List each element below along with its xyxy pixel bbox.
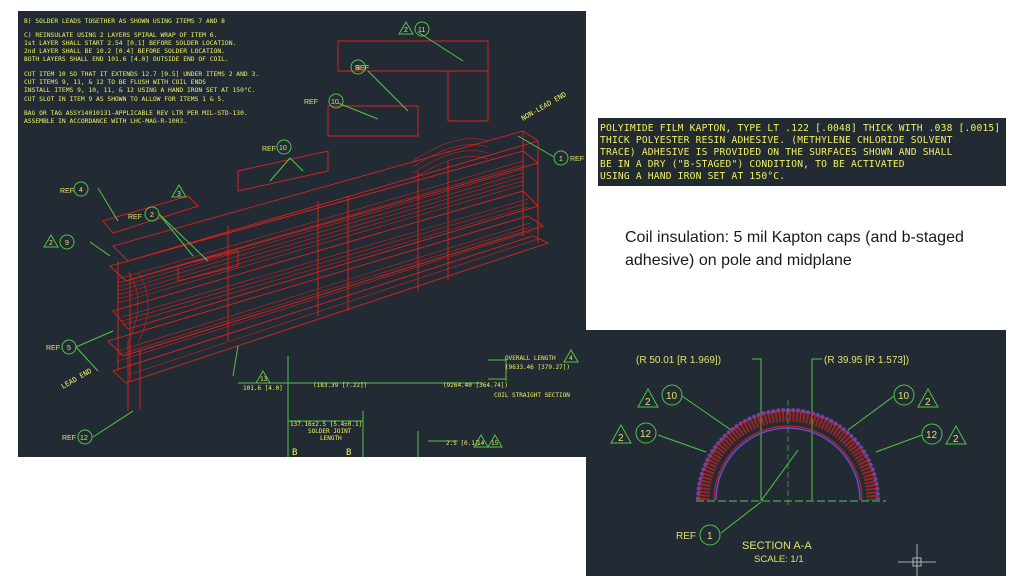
dim-101-6: 101.6 [4.0]	[243, 385, 283, 392]
ref-label: REF	[676, 531, 696, 542]
section-leaders	[657, 358, 923, 534]
section-view: (R 50.01 [R 1.969]) (R 39.95 [R 1.573]) …	[610, 355, 967, 576]
triangle-label: 2	[49, 240, 53, 247]
note-line: ASSEMBLE IN ACCORDANCE WITH LHC-MAG-R-10…	[24, 118, 187, 125]
balloon-item-1-label: 1	[559, 156, 563, 163]
triangle-label: 2	[404, 27, 408, 34]
straight-section-value: (9264.40 [364.74])	[443, 382, 508, 389]
note-box-line: THICK POLYESTER RESIN ADHESIVE. (METHYLE…	[600, 135, 953, 146]
triangle-label: 15	[491, 440, 499, 447]
note-line: BAG OR TAG ASSY14010131-APPLICABLE REV L…	[24, 110, 248, 117]
ref-label: REF	[60, 188, 74, 195]
dim-2-5: 2.5 [0.1]	[446, 440, 479, 447]
balloon-item-3-label: 3	[356, 65, 360, 72]
cad-drawing-isometric: B) SOLDER LEADS TOGETHER AS SHOWN USING …	[18, 11, 586, 457]
ref-label: REF	[262, 146, 276, 153]
balloon-item-10-label: 10	[666, 391, 678, 402]
note-line: 1st LAYER SHALL START 2.54 [0.1] BEFORE …	[24, 40, 236, 47]
coil-cross-section	[696, 400, 880, 505]
triangle-label: 4	[569, 355, 573, 362]
dim-183-39: (183.39 [7.22])	[313, 382, 367, 389]
overall-length-value: (9633.46 [379.27])	[505, 364, 570, 371]
dim-solder-label: SOLDER JOINT	[308, 428, 352, 435]
note-line: 2nd LAYER SHALL BE 10.2 [0.4] BEFORE SOL…	[24, 48, 225, 55]
note-line: BOTH LAYERS SHALL END 101.6 [4.0] OUTSID…	[24, 56, 229, 63]
dim-137-16: 137.16±2.5 [5.4±0.1]	[290, 421, 362, 428]
triangle-label: 2	[953, 434, 959, 445]
note-box-line: USING A HAND IRON SET AT 150°C.	[600, 171, 786, 182]
triangle-label: 2	[925, 397, 931, 408]
balloon-item-12-label: 12	[80, 435, 88, 442]
ref-label: REF	[128, 214, 142, 221]
ref-label: REF	[62, 435, 76, 442]
section-scale: SCALE: 1/1	[754, 554, 804, 565]
radius-right-label: (R 39.95 [R 1.573])	[824, 355, 909, 366]
balloon-item-2-label: 2	[150, 212, 154, 219]
section-title: SECTION A-A	[742, 540, 812, 552]
crosshair-cursor-icon	[898, 544, 936, 576]
balloon-item-5-label: 5	[67, 345, 71, 352]
section-mark: B	[346, 448, 351, 457]
slide-caption: Coil insulation: 5 mil Kapton caps (and …	[625, 229, 964, 269]
ref-label: REF	[570, 156, 584, 163]
lead-end-label: LEAD END	[60, 367, 93, 391]
balloon-item-12-label: 12	[640, 429, 652, 440]
non-lead-end-label: NON-LEAD END	[520, 91, 568, 123]
ref-label: REF	[304, 99, 318, 106]
balloon-item-12-label: 12	[926, 430, 938, 441]
note-line: C) REINSULATE USING 2 LAYERS SPIRAL WRAP…	[24, 32, 217, 39]
triangle-label: 2	[618, 433, 624, 444]
overall-length-label: OVERALL LENGTH	[505, 355, 556, 362]
note-line: B) SOLDER LEADS TOGETHER AS SHOWN USING …	[24, 18, 225, 25]
balloon-item-4-label: 4	[79, 187, 83, 194]
ref-label: REF	[46, 345, 60, 352]
cad-drawing-section: (R 50.01 [R 1.969]) (R 39.95 [R 1.573]) …	[586, 330, 1006, 576]
dim-length-label: LENGTH	[320, 435, 342, 442]
balloon-item-11-label: 11	[418, 27, 425, 34]
straight-section-label: COIL STRAIGHT SECTION	[494, 392, 570, 399]
note-line: CUT ITEM 10 SO THAT IT EXTENDS 12.7 [0.5…	[24, 71, 259, 78]
triangle-label: 2	[645, 397, 651, 408]
balloon-item-10-label: 10	[331, 99, 339, 106]
note-box-line: TRACE) ADHESIVE IS PROVIDED ON THE SURFA…	[600, 147, 953, 158]
section-mark: B	[292, 448, 297, 457]
triangle-label: 3	[177, 191, 181, 198]
balloon-item-10-label: 10	[279, 145, 287, 152]
note-box-line: BE IN A DRY ("B-STAGED") CONDITION, TO B…	[600, 159, 905, 170]
isometric-coil-drawing: B) SOLDER LEADS TOGETHER AS SHOWN USING …	[24, 18, 584, 457]
balloon-item-10-label: 10	[898, 391, 910, 402]
triangle-label: 13	[260, 376, 268, 383]
radius-left-label: (R 50.01 [R 1.969])	[636, 355, 721, 366]
kapton-note-box: POLYIMIDE FILM KAPTON, TYPE LT .122 [.00…	[598, 118, 1006, 186]
note-line: INSTALL ITEMS 9, 10, 11, & 12 USING A HA…	[24, 86, 255, 94]
note-line: CUT ITEMS 9, 11, & 12 TO BE FLUSH WITH C…	[24, 79, 206, 86]
note-line: CUT SLOT IN ITEM 9 AS SHOWN TO ALLOW FOR…	[24, 96, 225, 103]
triangle-label: 14	[477, 440, 485, 447]
balloon-item-9-label: 9	[65, 240, 69, 247]
balloon-item-1-label: 1	[707, 531, 713, 542]
note-box-line: POLYIMIDE FILM KAPTON, TYPE LT .122 [.00…	[600, 123, 1001, 134]
